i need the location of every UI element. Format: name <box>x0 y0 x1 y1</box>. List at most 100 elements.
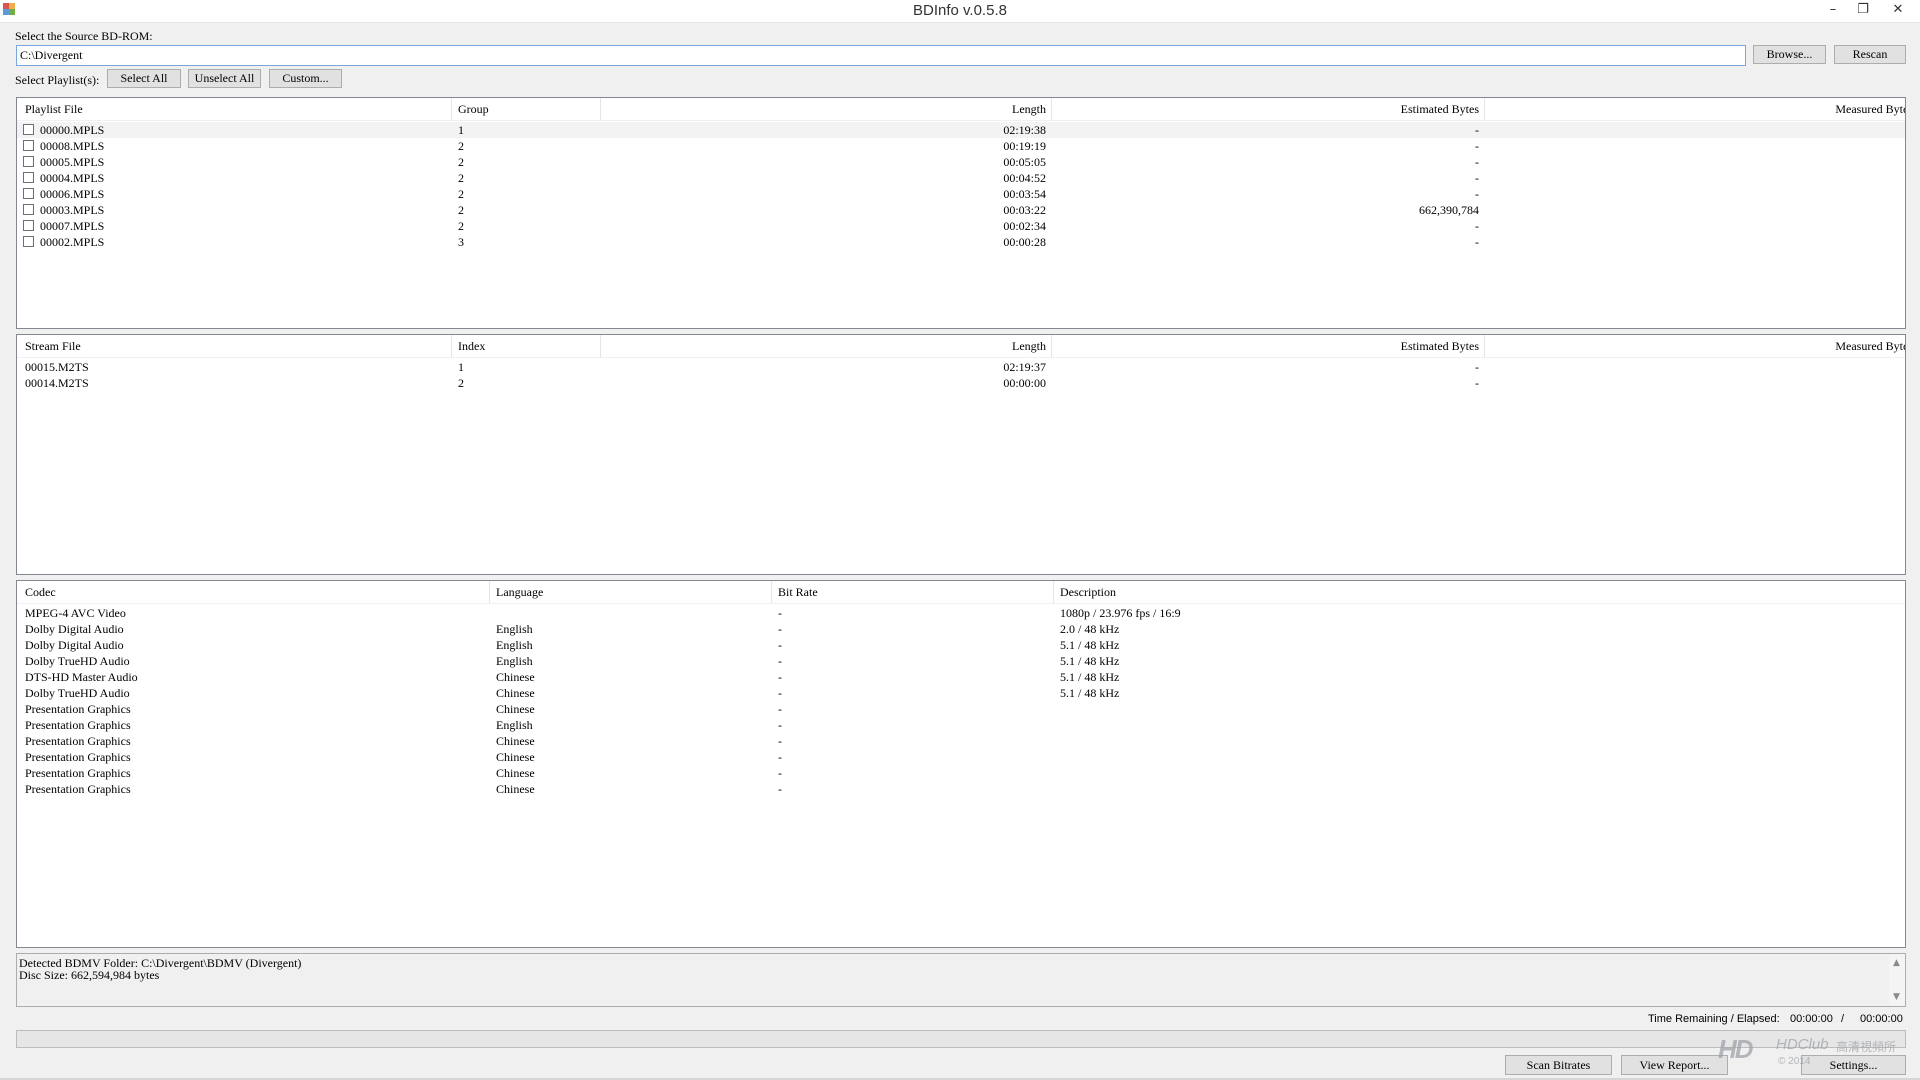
codec-list[interactable]: Codec Language Bit Rate Description MPEG… <box>16 580 1906 948</box>
stream-estimated-bytes: - <box>1475 360 1479 374</box>
source-path-input[interactable]: C:\Divergent <box>16 45 1746 66</box>
status-text-area[interactable]: Detected BDMV Folder: C:\Divergent\BDMV … <box>16 953 1906 1007</box>
codec-name: Presentation Graphics <box>25 702 131 716</box>
table-row[interactable]: Presentation Graphics Chinese - <box>17 765 1905 781</box>
column-header-measured-bytes[interactable]: Measured Bytes <box>1487 339 1905 354</box>
table-row[interactable]: Dolby Digital Audio English - 5.1 / 48 k… <box>17 637 1905 653</box>
playlist-estimated-bytes: - <box>1475 123 1479 137</box>
codec-bit-rate: - <box>778 718 782 732</box>
scroll-down-icon[interactable]: ▼ <box>1893 992 1900 1002</box>
codec-name: Dolby TrueHD Audio <box>25 654 130 668</box>
time-elapsed-value: 00:00:00 <box>1860 1013 1903 1025</box>
column-header-bit-rate[interactable]: Bit Rate <box>778 585 818 600</box>
table-row[interactable]: 00000.MPLS 1 02:19:38 - - <box>17 122 1905 138</box>
playlist-file: 00000.MPLS <box>40 123 105 137</box>
rescan-button[interactable]: Rescan <box>1834 45 1906 64</box>
restore-icon[interactable]: ❐ <box>1848 0 1878 20</box>
codec-name: DTS-HD Master Audio <box>25 670 138 684</box>
table-row[interactable]: DTS-HD Master Audio Chinese - 5.1 / 48 k… <box>17 669 1905 685</box>
codec-bit-rate: - <box>778 782 782 796</box>
playlist-list[interactable]: Playlist File Group Length Estimated Byt… <box>16 97 1906 329</box>
minimize-icon[interactable]: – <box>1818 0 1848 20</box>
column-header-measured-bytes[interactable]: Measured Bytes <box>1487 102 1905 117</box>
scroll-up-icon[interactable]: ▲ <box>1893 958 1900 968</box>
scan-bitrates-button[interactable]: Scan Bitrates <box>1505 1055 1612 1075</box>
select-all-button[interactable]: Select All <box>107 69 181 88</box>
playlist-checkbox[interactable] <box>23 156 34 167</box>
table-row[interactable]: 00015.M2TS 1 02:19:37 - - <box>17 359 1905 375</box>
codec-description: 5.1 / 48 kHz <box>1060 670 1120 684</box>
playlist-length: 00:03:54 <box>1003 187 1046 201</box>
table-row[interactable]: Presentation Graphics Chinese - <box>17 749 1905 765</box>
column-divider <box>1053 581 1054 603</box>
playlist-checkbox[interactable] <box>23 140 34 151</box>
playlist-checkbox[interactable] <box>23 236 34 247</box>
codec-bit-rate: - <box>778 654 782 668</box>
codec-bit-rate: - <box>778 686 782 700</box>
playlist-checkbox[interactable] <box>23 204 34 215</box>
column-header-length[interactable]: Length <box>617 339 1046 354</box>
column-header-group[interactable]: Group <box>458 102 489 117</box>
column-divider <box>1051 98 1052 120</box>
column-header-language[interactable]: Language <box>496 585 543 600</box>
table-row[interactable]: 00008.MPLS 2 00:19:19 - - <box>17 138 1905 154</box>
stream-list[interactable]: Stream File Index Length Estimated Bytes… <box>16 334 1906 575</box>
playlist-checkbox[interactable] <box>23 188 34 199</box>
table-row[interactable]: Presentation Graphics Chinese - <box>17 733 1905 749</box>
table-row[interactable]: Presentation Graphics Chinese - <box>17 701 1905 717</box>
column-divider <box>489 581 490 603</box>
column-header-playlist-file[interactable]: Playlist File <box>25 102 83 117</box>
table-row[interactable]: 00002.MPLS 3 00:00:28 - - <box>17 234 1905 250</box>
codec-bit-rate: - <box>778 670 782 684</box>
time-remaining-label: Time Remaining / Elapsed: <box>1648 1013 1780 1025</box>
codec-name: MPEG-4 AVC Video <box>25 606 126 620</box>
playlist-checkbox[interactable] <box>23 220 34 231</box>
stream-file: 00014.M2TS <box>25 376 89 390</box>
custom-button[interactable]: Custom... <box>269 69 342 88</box>
table-row[interactable]: 00007.MPLS 2 00:02:34 - - <box>17 218 1905 234</box>
codec-bit-rate: - <box>778 622 782 636</box>
table-row[interactable]: Dolby TrueHD Audio Chinese - 5.1 / 48 kH… <box>17 685 1905 701</box>
stream-index: 1 <box>458 360 464 374</box>
unselect-all-button[interactable]: Unselect All <box>188 69 261 88</box>
codec-name: Presentation Graphics <box>25 766 131 780</box>
column-header-estimated-bytes[interactable]: Estimated Bytes <box>1057 339 1479 354</box>
status-scrollbar[interactable]: ▲ ▼ <box>1889 954 1905 1006</box>
playlist-file: 00006.MPLS <box>40 187 105 201</box>
column-header-codec[interactable]: Codec <box>25 585 56 600</box>
table-row[interactable]: 00004.MPLS 2 00:04:52 - - <box>17 170 1905 186</box>
playlist-length: 00:04:52 <box>1003 171 1046 185</box>
table-row[interactable]: Presentation Graphics Chinese - <box>17 781 1905 797</box>
close-icon[interactable]: ✕ <box>1880 0 1916 20</box>
table-row[interactable]: MPEG-4 AVC Video - 1080p / 23.976 fps / … <box>17 605 1905 621</box>
view-report-button[interactable]: View Report... <box>1621 1055 1728 1075</box>
browse-button[interactable]: Browse... <box>1753 45 1826 64</box>
table-row[interactable]: 00005.MPLS 2 00:05:05 - - <box>17 154 1905 170</box>
table-row[interactable]: Dolby TrueHD Audio English - 5.1 / 48 kH… <box>17 653 1905 669</box>
watermark-brand: HDClub <box>1776 1036 1829 1053</box>
column-header-estimated-bytes[interactable]: Estimated Bytes <box>1057 102 1479 117</box>
table-row[interactable]: 00014.M2TS 2 00:00:00 - - <box>17 375 1905 391</box>
table-row[interactable]: Dolby Digital Audio English - 2.0 / 48 k… <box>17 621 1905 637</box>
table-row[interactable]: Presentation Graphics English - <box>17 717 1905 733</box>
codec-description: 5.1 / 48 kHz <box>1060 686 1120 700</box>
codec-language: Chinese <box>496 750 535 764</box>
playlist-checkbox[interactable] <box>23 124 34 135</box>
playlist-measured-bytes: - <box>1487 187 1905 202</box>
playlist-checkbox[interactable] <box>23 172 34 183</box>
playlist-measured-bytes: - <box>1487 139 1905 154</box>
codec-bit-rate: - <box>778 702 782 716</box>
window-title: BDInfo v.0.5.8 <box>913 2 1007 19</box>
table-row[interactable]: 00006.MPLS 2 00:03:54 - - <box>17 186 1905 202</box>
stream-measured-bytes: - <box>1487 360 1905 375</box>
table-row[interactable]: 00003.MPLS 2 00:03:22 662,390,784 - <box>17 202 1905 218</box>
column-header-length[interactable]: Length <box>617 102 1046 117</box>
playlist-group: 2 <box>458 219 464 233</box>
header-divider <box>17 357 1905 358</box>
column-divider <box>600 335 601 357</box>
column-header-stream-file[interactable]: Stream File <box>25 339 81 354</box>
column-header-description[interactable]: Description <box>1060 585 1116 600</box>
column-header-index[interactable]: Index <box>458 339 485 354</box>
column-divider <box>1051 335 1052 357</box>
codec-name: Presentation Graphics <box>25 718 131 732</box>
